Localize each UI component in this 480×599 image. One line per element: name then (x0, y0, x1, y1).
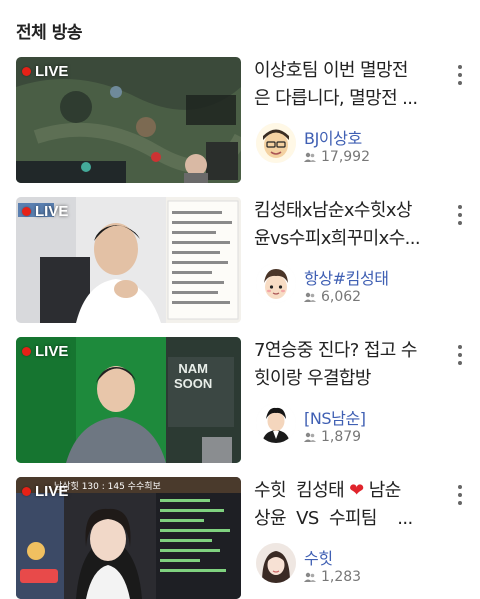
title-line: 상윤 VS 수피팀 ... (254, 508, 413, 529)
broadcast-title[interactable]: 킴성태x남순x수힛x상 윤vs수피x희꾸미x수... (254, 197, 444, 253)
section-title: 전체 방송 (16, 23, 82, 43)
viewer-count: 1,283 (304, 569, 361, 585)
title-line: 은 다릅니다, 멸망전 ... (254, 88, 418, 109)
live-label: LIVE (35, 203, 69, 220)
live-badge: LIVE (22, 343, 68, 360)
broadcast-card[interactable]: 남삼힛 130 : 145 수수희보 LIVE 수힛 킴성태 ❤ 남순 상윤 V… (0, 477, 480, 599)
overlay-line: SOON (174, 376, 213, 391)
avatar[interactable] (256, 123, 296, 163)
title-line: 수힛 킴성태 ❤ 남순 (254, 477, 444, 505)
viewer-count-value: 6,062 (321, 289, 362, 305)
broadcast-thumbnail[interactable]: LIVE (16, 57, 241, 183)
title-line: 7연승중 진다? 접고 수 (254, 340, 417, 361)
live-dot-icon (22, 487, 31, 496)
live-label: LIVE (35, 343, 69, 360)
live-label: LIVE (35, 483, 69, 500)
viewers-icon (304, 152, 316, 162)
overlay-line: NAM (178, 361, 208, 376)
title-line: 힛이랑 우결합방 (254, 368, 371, 389)
live-dot-icon (22, 67, 31, 76)
more-options-icon[interactable] (452, 63, 468, 87)
live-badge: LIVE (22, 63, 68, 80)
live-dot-icon (22, 207, 31, 216)
viewers-icon (304, 572, 316, 582)
broadcast-thumbnail[interactable]: NAM SOON LIVE (16, 337, 241, 463)
viewer-count: 1,879 (304, 429, 361, 445)
broadcast-card[interactable]: LIVE 이상호팀 이번 멸망전 은 다릅니다, 멸망전 ... BJ이상호 1… (0, 57, 480, 187)
viewer-count-value: 17,992 (321, 149, 370, 165)
channel-name[interactable]: 수힛 (304, 545, 333, 569)
broadcast-title[interactable]: 수힛 킴성태 ❤ 남순 상윤 VS 수피팀 ... (254, 477, 444, 533)
thumbnail-overlay-text: 남삼힛 130 : 145 수수희보 (54, 482, 161, 492)
title-line: 이상호팀 이번 멸망전 (254, 60, 408, 81)
live-dot-icon (22, 347, 31, 356)
more-options-icon[interactable] (452, 483, 468, 507)
viewer-count: 6,062 (304, 289, 361, 305)
viewer-count-value: 1,879 (321, 429, 362, 445)
broadcast-card[interactable]: LIVE 킴성태x남순x수힛x상 윤vs수피x희꾸미x수... 항상#킴성태 6… (0, 197, 480, 327)
channel-name[interactable]: [NS남순] (304, 405, 366, 429)
viewer-count: 17,992 (304, 149, 370, 165)
avatar[interactable] (256, 543, 296, 583)
broadcast-card[interactable]: NAM SOON LIVE 7연승중 진다? 접고 수 힛이랑 우결합방 [NS… (0, 337, 480, 467)
heart-icon: ❤ (349, 480, 364, 501)
broadcast-title[interactable]: 이상호팀 이번 멸망전 은 다릅니다, 멸망전 ... (254, 57, 444, 113)
live-badge: LIVE (22, 203, 68, 220)
thumbnail-overlay-text: NAM SOON (174, 361, 212, 391)
avatar[interactable] (256, 403, 296, 443)
more-options-icon[interactable] (452, 343, 468, 367)
title-segment: 남순 (368, 480, 402, 501)
title-line: 윤vs수피x희꾸미x수... (254, 228, 421, 249)
channel-name[interactable]: BJ이상호 (304, 125, 362, 149)
viewer-count-value: 1,283 (321, 569, 362, 585)
title-line: 킴성태x남순x수힛x상 (254, 200, 412, 221)
viewers-icon (304, 292, 316, 302)
channel-name[interactable]: 항상#킴성태 (304, 265, 389, 289)
broadcast-thumbnail[interactable]: 남삼힛 130 : 145 수수희보 LIVE (16, 477, 241, 599)
live-badge: LIVE (22, 483, 68, 500)
viewers-icon (304, 432, 316, 442)
broadcast-title[interactable]: 7연승중 진다? 접고 수 힛이랑 우결합방 (254, 337, 444, 393)
more-options-icon[interactable] (452, 203, 468, 227)
avatar[interactable] (256, 263, 296, 303)
title-segment: 수힛 킴성태 (254, 480, 345, 501)
broadcast-thumbnail[interactable]: LIVE (16, 197, 241, 323)
live-label: LIVE (35, 63, 69, 80)
